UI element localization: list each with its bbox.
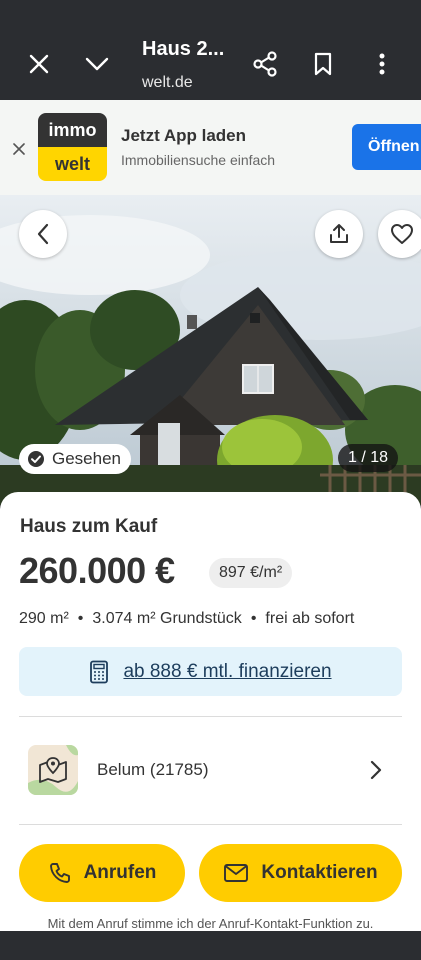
mail-icon <box>224 864 249 882</box>
close-icon[interactable] <box>19 44 59 84</box>
photo-counter: 1 / 18 <box>338 444 399 472</box>
listing-details: Haus zum Kauf 260.000 € 897 €/m² 290 m² … <box>0 492 421 932</box>
share-listing-button[interactable] <box>315 210 363 258</box>
banner-title: Jetzt App laden <box>121 126 246 145</box>
close-banner-icon[interactable] <box>8 138 30 160</box>
more-vert-icon[interactable] <box>362 44 402 84</box>
call-disclaimer: Mit dem Anruf stimme ich der Anruf-Konta… <box>47 916 374 931</box>
financing-link[interactable]: ab 888 € mtl. finanzieren <box>19 647 402 696</box>
listing-photo[interactable]: Gesehen 1 / 18 <box>0 195 421 505</box>
separator: • <box>250 610 257 627</box>
price-per-sqm-chip: 897 €/m² <box>209 558 293 588</box>
seen-badge: Gesehen <box>19 444 131 474</box>
seen-label: Gesehen <box>52 449 121 468</box>
check-circle-icon <box>28 451 44 467</box>
living-area: 290 m² <box>19 610 69 627</box>
financing-label: ab 888 € mtl. finanzieren <box>123 660 332 682</box>
map-pin-icon <box>28 745 78 795</box>
chevron-left-icon <box>37 223 49 245</box>
page-title: Haus 2... <box>142 38 225 60</box>
contact-label: Kontaktieren <box>261 862 378 883</box>
divider <box>19 716 402 717</box>
back-button[interactable] <box>19 210 67 258</box>
system-navigation-bar <box>0 931 421 960</box>
chevron-right-icon <box>364 758 388 782</box>
map-thumbnail <box>28 745 78 795</box>
key-facts: 290 m² • 3.074 m² Grundstück • frei ab s… <box>19 610 354 628</box>
divider <box>19 824 402 825</box>
banner-subtitle: Immobiliensuche einfach <box>121 152 276 168</box>
call-label: Anrufen <box>83 862 157 883</box>
upload-share-icon <box>330 224 348 243</box>
availability: frei ab sofort <box>265 610 355 627</box>
contact-button[interactable]: Kontaktieren <box>199 844 402 902</box>
listing-price: 260.000 € <box>19 550 175 591</box>
location-row[interactable]: Belum (21785) <box>19 732 402 808</box>
phone-icon <box>49 863 70 883</box>
chevron-down-icon[interactable] <box>77 44 117 84</box>
page-url: welt.de <box>142 74 193 91</box>
call-button[interactable]: Anrufen <box>19 844 185 902</box>
browser-toolbar: Haus 2... welt.de <box>0 0 421 100</box>
heart-icon <box>391 224 413 244</box>
share-icon[interactable] <box>245 44 285 84</box>
calculator-icon <box>90 660 109 683</box>
listing-type: Haus zum Kauf <box>20 516 158 537</box>
location-label: Belum (21785) <box>97 760 209 779</box>
app-banner: immo welt Jetzt App laden Immobiliensuch… <box>0 100 421 195</box>
plot-area: 3.074 m² Grundstück <box>92 610 242 627</box>
open-app-button[interactable]: Öffnen <box>352 124 421 170</box>
separator: • <box>77 610 84 627</box>
immowelt-logo: immo welt <box>38 113 107 181</box>
favorite-button[interactable] <box>378 210 421 258</box>
bookmark-icon[interactable] <box>303 44 343 84</box>
